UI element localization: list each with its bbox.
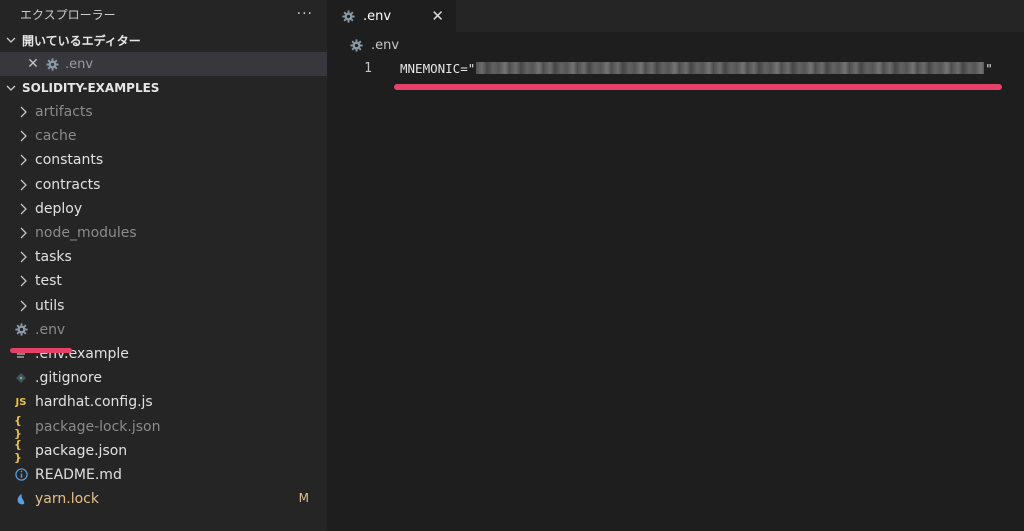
folder-utils[interactable]: utils — [0, 294, 327, 318]
folder-label: constants — [35, 152, 104, 169]
more-actions-button[interactable]: ··· — [297, 6, 313, 22]
tab-label: .env — [363, 8, 392, 24]
highlight-underline — [394, 84, 1002, 90]
redacted-value — [476, 62, 985, 74]
file-label: yarn.lock — [35, 491, 99, 508]
file-label: .env — [35, 321, 66, 338]
chevron-down-icon — [4, 81, 18, 95]
chevron-right-icon — [18, 250, 28, 264]
folder-cache[interactable]: cache — [0, 124, 327, 148]
folder-label: test — [35, 273, 62, 290]
folder-label: node_modules — [35, 225, 137, 242]
chevron-right-icon — [18, 153, 28, 167]
line-number: 1 — [364, 60, 372, 76]
vscode-window: エクスプローラー ··· 開いているエディター ✕ .env SOLIDITY-… — [0, 0, 1024, 531]
explorer-header: エクスプローラー ··· — [0, 0, 327, 28]
yarn-icon — [14, 492, 28, 506]
chevron-right-icon — [18, 129, 28, 143]
file-package-lock[interactable]: { } package-lock.json — [0, 413, 327, 440]
file-yarn-lock[interactable]: yarn.lock M — [0, 487, 327, 511]
chevron-right-icon — [18, 226, 28, 240]
open-editors-section[interactable]: 開いているエディター — [0, 28, 327, 52]
chevron-down-icon — [4, 33, 18, 47]
workspace-label: SOLIDITY-EXAMPLES — [22, 81, 160, 95]
gear-icon — [350, 38, 363, 52]
folder-label: contracts — [35, 176, 101, 193]
code-suffix: " — [985, 60, 993, 76]
open-editors-label: 開いているエディター — [22, 33, 141, 48]
file-gitignore[interactable]: .gitignore — [0, 366, 327, 390]
folder-artifacts[interactable]: artifacts — [0, 100, 327, 124]
explorer-sidebar: エクスプローラー ··· 開いているエディター ✕ .env SOLIDITY-… — [0, 0, 328, 531]
gear-icon — [46, 57, 59, 71]
folder-test[interactable]: test — [0, 269, 327, 293]
chevron-right-icon — [18, 178, 28, 192]
tab-env[interactable]: .env ✕ — [328, 0, 456, 32]
modified-badge: M — [298, 491, 309, 505]
highlight-underline — [10, 348, 72, 353]
tab-bar: .env ✕ — [328, 0, 1024, 32]
file-label: hardhat.config.js — [35, 394, 153, 411]
breadcrumb-label: .env — [371, 37, 400, 53]
folder-tasks[interactable]: tasks — [0, 245, 327, 269]
folder-label: cache — [35, 128, 77, 145]
file-label: README.md — [35, 466, 122, 483]
breadcrumb[interactable]: .env — [328, 32, 1024, 58]
folder-label: utils — [35, 297, 65, 314]
file-label: .gitignore — [35, 370, 102, 387]
chevron-right-icon — [18, 202, 28, 216]
chevron-right-icon — [18, 274, 28, 288]
js-icon: JS — [15, 396, 27, 408]
gear-icon — [14, 323, 28, 337]
file-hardhat-config[interactable]: JS hardhat.config.js — [0, 390, 327, 414]
close-tab-icon[interactable]: ✕ — [431, 7, 444, 25]
file-env[interactable]: .env — [0, 318, 327, 342]
chevron-right-icon — [18, 105, 28, 119]
folder-constants[interactable]: constants — [0, 148, 327, 172]
code-text[interactable]: MNEMONIC=" " — [400, 61, 993, 76]
file-label: package.json — [35, 442, 128, 459]
workspace-section[interactable]: SOLIDITY-EXAMPLES — [0, 76, 327, 100]
folder-contracts[interactable]: contracts — [0, 173, 327, 197]
editor-area: .env ✕ .env 1 MNEMONIC=" " — [328, 0, 1024, 531]
code-line[interactable]: 1 MNEMONIC=" " — [328, 58, 1024, 78]
open-editor-name: .env — [65, 56, 94, 72]
chevron-right-icon — [18, 299, 28, 313]
folder-label: artifacts — [35, 104, 93, 121]
folder-label: deploy — [35, 200, 83, 217]
info-icon — [14, 468, 28, 482]
folder-label: tasks — [35, 249, 72, 266]
gear-icon — [342, 9, 355, 23]
file-label: package-lock.json — [35, 418, 161, 435]
diamond-icon — [14, 371, 28, 385]
open-editor-item[interactable]: ✕ .env — [0, 52, 327, 76]
folder-node-modules[interactable]: node_modules — [0, 221, 327, 245]
file-package-json[interactable]: { } package.json — [0, 437, 327, 464]
braces-icon: { } — [14, 437, 22, 464]
code-prefix: MNEMONIC=" — [400, 60, 476, 76]
close-icon[interactable]: ✕ — [26, 56, 40, 72]
file-env-example[interactable]: .env.example — [0, 342, 327, 366]
folder-deploy[interactable]: deploy — [0, 197, 327, 221]
file-readme[interactable]: README.md — [0, 463, 327, 487]
braces-icon: { } — [14, 413, 22, 440]
explorer-title: エクスプローラー — [20, 7, 116, 22]
